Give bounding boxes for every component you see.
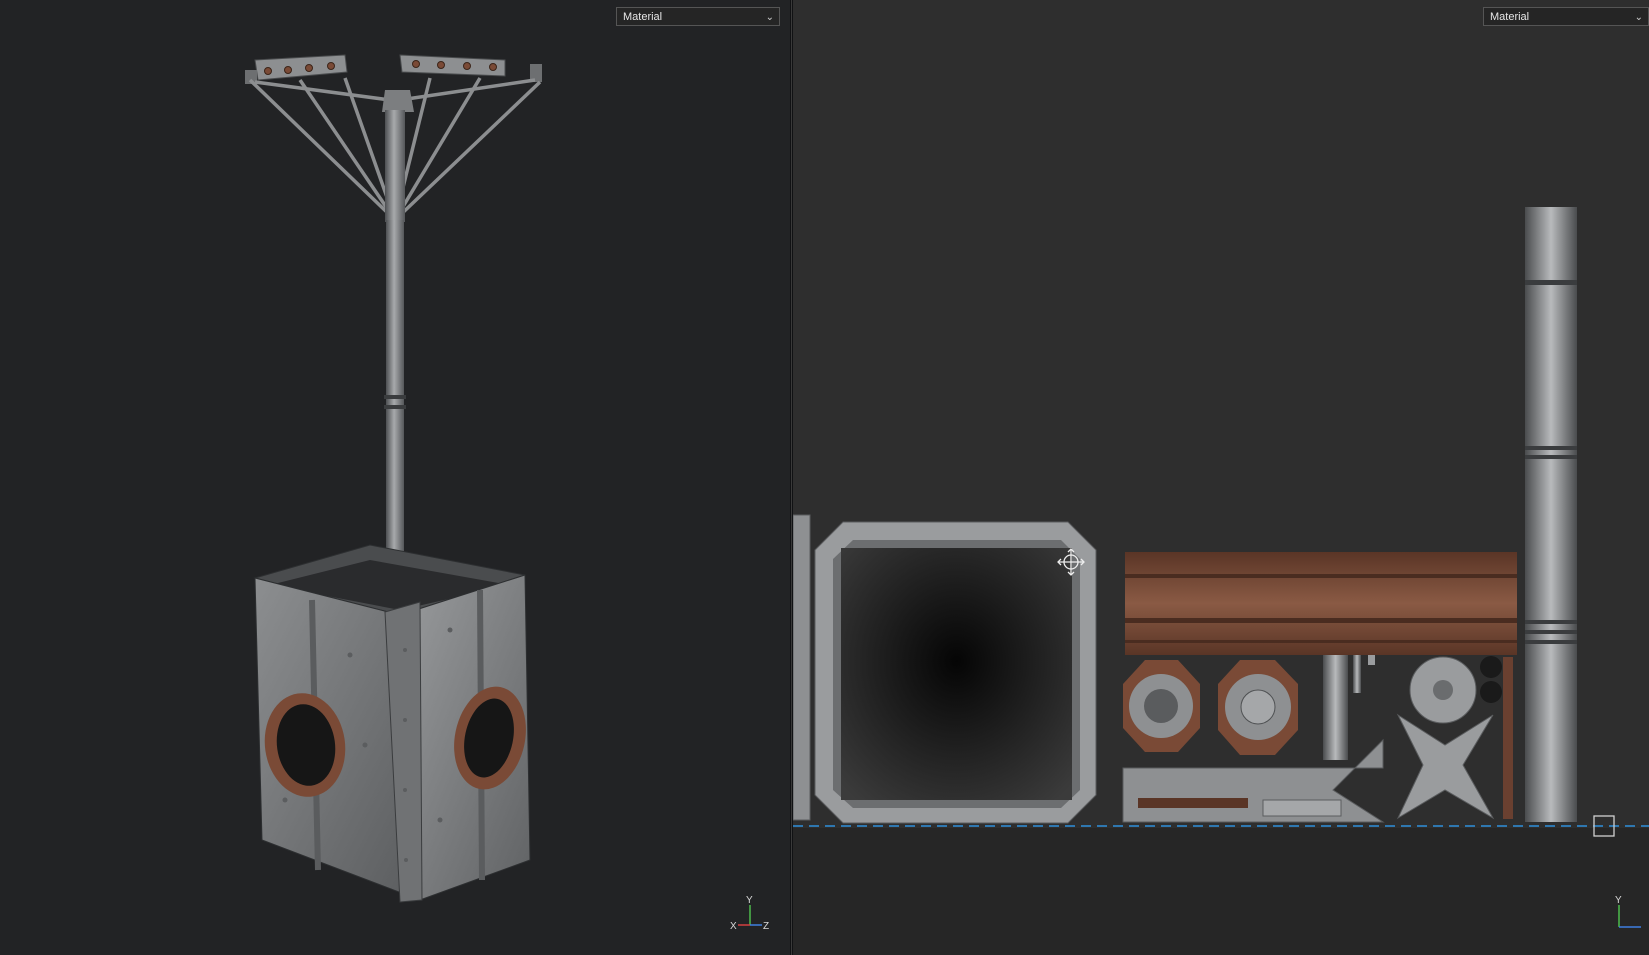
uv-tiny-tube (1353, 655, 1361, 693)
shading-mode-value: Material (623, 11, 663, 23)
uv-small-chip (1368, 655, 1375, 665)
pole (384, 110, 406, 580)
uv-canvas[interactable]: Y (793, 0, 1649, 955)
uv-tall-tube (1525, 207, 1577, 822)
viewport-3d[interactable]: Y X Z Material ⌄ (0, 0, 790, 955)
uv-edge-strip (793, 514, 811, 821)
uv-thin-copper-strip (1503, 657, 1513, 819)
shading-mode-dropdown-3d[interactable]: Material ⌄ (616, 7, 780, 26)
splitter-line (791, 0, 792, 955)
uv-small-tube (1323, 655, 1348, 760)
viewport-2d[interactable]: Y Material ⌄ (793, 0, 1649, 955)
shading-mode-dropdown-2d[interactable]: Material ⌄ (1483, 7, 1649, 26)
shading-mode-value: Material (1490, 11, 1530, 23)
gizmo-z-label: Z (763, 921, 769, 932)
model-canvas[interactable]: Y X Z (0, 0, 790, 955)
uv-ring-left (1123, 660, 1200, 752)
uv-disc (1409, 656, 1502, 724)
uv-copper-planks (1125, 552, 1517, 655)
chevron-down-icon: ⌄ (765, 12, 774, 23)
uv-dark-panel (814, 521, 1097, 824)
gizmo-y-label: Y (1615, 895, 1622, 906)
uv-ring-right (1218, 660, 1298, 755)
gizmo-y-label: Y (746, 895, 753, 906)
uv-star-piece (1396, 713, 1495, 820)
gizmo-x-label: X (730, 921, 737, 932)
axis-gizmo-icon: Y X Z (730, 895, 769, 932)
chevron-down-icon: ⌄ (1634, 12, 1643, 23)
texture-painter-window: Y X Z Material ⌄ Y Material ⌄ (0, 0, 1649, 955)
base-box (253, 544, 531, 903)
